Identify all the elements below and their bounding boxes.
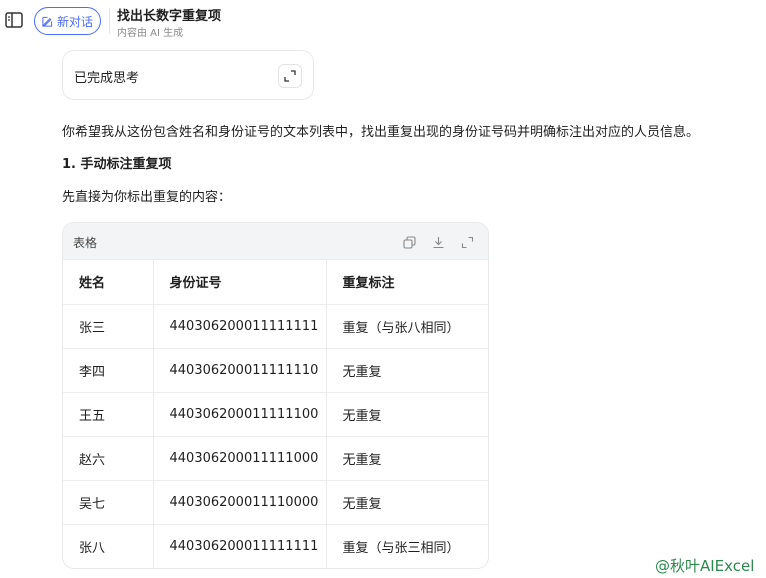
cell-id: 440306200011110000 <box>153 480 327 525</box>
section-heading: 1. 手动标注重复项 <box>62 157 172 172</box>
ai-generated-note: 内容由 AI 生成 <box>117 28 184 39</box>
cell-name: 王五 <box>63 392 154 437</box>
cell-name: 赵六 <box>63 436 154 481</box>
table-row: 张八 440306200011111111 重复（与张三相同） <box>63 524 488 568</box>
download-icon[interactable] <box>432 234 445 249</box>
column-header-note: 重复标注 <box>326 260 488 305</box>
new-chat-label: 新对话 <box>56 14 93 29</box>
cell-id: 440306200011111110 <box>153 348 327 393</box>
cell-note: 无重复 <box>326 480 488 525</box>
cell-id: 440306200011111111 <box>153 524 327 568</box>
fullscreen-icon[interactable] <box>461 234 474 249</box>
column-header-id: 身份证号 <box>153 260 327 305</box>
intro-text: 你希望我从这份包含姓名和身份证号的文本列表中，找出重复出现的身份证号码并明确标注… <box>62 125 700 140</box>
column-header-name: 姓名 <box>63 260 154 305</box>
duplicate-table: 姓名 身份证号 重复标注 张三 440306200011111111 重复（与张… <box>63 260 488 568</box>
cell-note: 重复（与张八相同） <box>326 304 488 349</box>
table-card-title: 表格 <box>73 236 98 250</box>
conversation-title: 找出长数字重复项 <box>117 9 222 24</box>
copy-icon[interactable] <box>403 234 416 249</box>
cell-name: 张八 <box>63 524 154 568</box>
watermark: @秋叶AIExcel <box>655 557 755 575</box>
cell-note: 无重复 <box>326 348 488 393</box>
table-card-header: 表格 <box>63 223 488 260</box>
top-bar: 新对话 找出长数字重复项 内容由 AI 生成 <box>0 0 766 42</box>
cell-id: 440306200011111000 <box>153 436 327 481</box>
table-row: 张三 440306200011111111 重复（与张八相同） <box>63 304 488 349</box>
table-toolbar <box>403 234 474 249</box>
cell-id: 440306200011111111 <box>153 304 327 349</box>
expand-icon <box>284 70 296 82</box>
cell-note: 无重复 <box>326 392 488 437</box>
cell-name: 吴七 <box>63 480 154 525</box>
thinking-status: 已完成思考 <box>74 71 140 86</box>
thinking-panel: 已完成思考 <box>62 50 314 100</box>
table-header-row: 姓名 身份证号 重复标注 <box>63 260 488 305</box>
table-row: 吴七 440306200011110000 无重复 <box>63 480 488 525</box>
table-row: 李四 440306200011111110 无重复 <box>63 348 488 393</box>
sidebar-toggle-icon[interactable] <box>5 12 23 28</box>
table-card: 表格 姓名 身份证号 重复标注 张三 440306200011111111 重复… <box>62 222 489 569</box>
cell-name: 李四 <box>63 348 154 393</box>
cell-note: 重复（与张三相同） <box>326 524 488 568</box>
new-chat-button[interactable]: 新对话 <box>34 7 101 35</box>
table-row: 王五 440306200011111100 无重复 <box>63 392 488 437</box>
edit-icon <box>42 16 53 27</box>
cell-name: 张三 <box>63 304 154 349</box>
cell-note: 无重复 <box>326 436 488 481</box>
table-row: 赵六 440306200011111000 无重复 <box>63 436 488 481</box>
lead-text: 先直接为你标出重复的内容： <box>62 190 232 205</box>
cell-id: 440306200011111100 <box>153 392 327 437</box>
expand-thinking-button[interactable] <box>278 64 302 88</box>
title-divider <box>109 8 110 34</box>
